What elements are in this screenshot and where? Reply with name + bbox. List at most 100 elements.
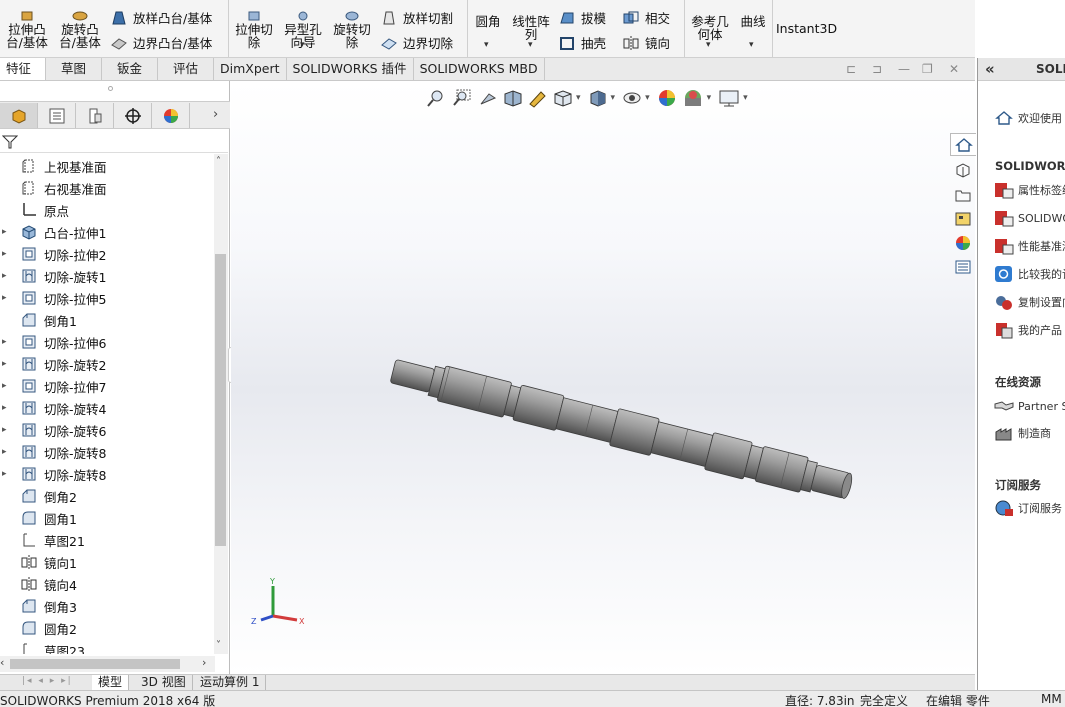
tab-sheet-metal[interactable]: 钣金 xyxy=(102,58,158,80)
linear-pattern-dropdown[interactable]: ▾ xyxy=(528,40,533,50)
tab-features[interactable]: 特征 xyxy=(0,58,46,80)
expand-arrow-icon[interactable]: ▸ xyxy=(2,403,14,413)
tree-item[interactable]: 右视基准面 xyxy=(0,177,215,199)
tab-sketch[interactable]: 草图 xyxy=(46,58,102,80)
hole-wizard-dropdown[interactable]: ▾ xyxy=(300,40,305,50)
tree-item[interactable]: ▸ 切除-旋转1 xyxy=(0,265,215,287)
online-link-manufacturers[interactable]: 制造商 xyxy=(994,422,1051,444)
tree-item[interactable]: 倒角3 xyxy=(0,595,215,617)
task-pane-appearances-tab[interactable] xyxy=(950,231,976,254)
tool-link-solidworks-rx[interactable]: SOLIDWO xyxy=(994,207,1065,229)
expand-arrow-icon[interactable]: ▸ xyxy=(2,227,14,237)
task-pane-view-palette-tab[interactable] xyxy=(950,207,976,230)
tab-evaluate[interactable]: 评估 xyxy=(158,58,214,80)
tree-horizontal-scroll-thumb[interactable] xyxy=(10,659,180,669)
tree-item[interactable]: ▸ 切除-拉伸2 xyxy=(0,243,215,265)
loft-boss-button[interactable]: 放样凸台/基体 xyxy=(110,8,212,27)
tree-item[interactable]: ▸ 切除-旋转8 xyxy=(0,441,215,463)
welcome-link[interactable]: 欢迎使用 xyxy=(994,107,1062,129)
mirror-button[interactable]: 镜向 xyxy=(622,33,670,52)
pane-forward-icon[interactable]: ⊐ xyxy=(872,62,882,76)
curves-button[interactable]: 曲线 xyxy=(737,2,769,41)
close-icon[interactable]: ✕ xyxy=(949,62,959,76)
tree-item[interactable]: 圆角1 xyxy=(0,507,215,529)
tree-item[interactable]: 原点 xyxy=(0,199,215,221)
tree-item[interactable]: 草图21 xyxy=(0,529,215,551)
tree-item[interactable]: 倒角2 xyxy=(0,485,215,507)
task-pane-home-tab[interactable] xyxy=(950,133,976,156)
tool-link-property-tab-builder[interactable]: 属性标签编 xyxy=(994,179,1065,201)
draft-button[interactable]: 拔模 xyxy=(558,8,606,27)
tree-item[interactable]: ▸ 切除-旋转8 xyxy=(0,463,215,485)
tool-link-performance-benchmark[interactable]: 性能基准测 xyxy=(994,235,1065,257)
revolve-boss-button[interactable]: 旋转凸 台/基体 xyxy=(56,0,104,57)
tree-item[interactable]: 上视基准面 xyxy=(0,155,215,177)
task-pane-custom-properties-tab[interactable] xyxy=(950,255,976,278)
filter-icon[interactable] xyxy=(2,134,18,150)
loft-cut-button[interactable]: 放样切割 xyxy=(380,8,453,27)
boundary-cut-button[interactable]: 边界切除 xyxy=(380,33,453,52)
task-pane-design-library-tab[interactable] xyxy=(950,158,976,181)
scroll-right-arrow-icon[interactable]: › xyxy=(202,656,206,669)
display-manager-tab[interactable] xyxy=(152,103,190,128)
curves-dropdown[interactable]: ▾ xyxy=(749,40,754,50)
tree-vertical-scrollbar[interactable]: ˄ ˅ xyxy=(214,154,228,654)
subscription-link[interactable]: 订阅服务 xyxy=(994,497,1062,519)
intersect-button[interactable]: 相交 xyxy=(622,8,670,27)
expand-arrow-icon[interactable]: ▸ xyxy=(2,381,14,391)
expand-arrow-icon[interactable]: ▸ xyxy=(2,425,14,435)
tab-model[interactable]: 模型 xyxy=(92,675,130,690)
instant3d-button[interactable]: Instant3D xyxy=(776,9,837,48)
tree-vertical-scroll-thumb[interactable] xyxy=(215,254,226,546)
dimxpert-manager-tab[interactable] xyxy=(114,103,152,128)
expand-arrow-icon[interactable]: ▸ xyxy=(2,249,14,259)
tree-item[interactable]: 镜向1 xyxy=(0,551,215,573)
fillet-button[interactable]: 圆角 xyxy=(471,2,505,41)
tree-item[interactable]: ▸ 切除-拉伸5 xyxy=(0,287,215,309)
panel-grip-icon[interactable] xyxy=(108,86,113,91)
minimize-icon[interactable]: — xyxy=(898,62,910,76)
tree-item[interactable]: 草图23 xyxy=(0,639,215,654)
scroll-left-arrow-icon[interactable]: ‹ xyxy=(0,656,4,669)
tab-nav-arrows[interactable]: |◂ ◂ ▸ ▸| xyxy=(22,676,73,686)
task-pane-file-explorer-tab[interactable] xyxy=(950,183,976,206)
fillet-dropdown[interactable]: ▾ xyxy=(484,40,489,50)
tree-item[interactable]: ▸ 切除-旋转6 xyxy=(0,419,215,441)
tool-link-compare-scores[interactable]: 比较我的计 xyxy=(994,263,1065,285)
extrude-boss-button[interactable]: 拉伸凸 台/基体 xyxy=(4,0,50,57)
expand-arrow-icon[interactable]: ▸ xyxy=(2,447,14,457)
tree-item[interactable]: 倒角1 xyxy=(0,309,215,331)
graphics-area[interactable]: ▾ ▾ ▾ ▾ ▾ Y X Z xyxy=(231,81,975,674)
expand-arrow-icon[interactable]: ▸ xyxy=(2,293,14,303)
feature-manager-tab[interactable] xyxy=(0,103,38,128)
more-tabs-arrow-icon[interactable]: › xyxy=(213,107,218,122)
tab-dimxpert[interactable]: DimXpert xyxy=(214,58,287,80)
expand-arrow-icon[interactable]: ▸ xyxy=(2,337,14,347)
tool-link-copy-settings-wizard[interactable]: 复制设置向 xyxy=(994,291,1065,313)
restore-icon[interactable]: ❐ xyxy=(922,62,933,76)
pane-back-icon[interactable]: ⊏ xyxy=(846,62,856,76)
expand-arrow-icon[interactable]: ▸ xyxy=(2,469,14,479)
expand-arrow-icon[interactable]: ▸ xyxy=(2,359,14,369)
tree-item[interactable]: 圆角2 xyxy=(0,617,215,639)
tab-solidworks-addins[interactable]: SOLIDWORKS 插件 xyxy=(287,58,414,80)
revolve-cut-button[interactable]: 旋转切 除 xyxy=(330,0,374,57)
tree-item[interactable]: ▸ 切除-拉伸6 xyxy=(0,331,215,353)
property-manager-tab[interactable] xyxy=(38,103,76,128)
tab-motion-study[interactable]: 运动算例 1 xyxy=(194,675,267,690)
boundary-boss-button[interactable]: 边界凸台/基体 xyxy=(110,33,212,52)
scroll-down-arrow-icon[interactable]: ˅ xyxy=(216,640,221,651)
shaft-part-model[interactable] xyxy=(231,81,975,674)
scroll-up-arrow-icon[interactable]: ˄ xyxy=(216,156,221,167)
extrude-cut-button[interactable]: 拉伸切 除 xyxy=(232,0,276,57)
tree-item[interactable]: ▸ 凸台-拉伸1 xyxy=(0,221,215,243)
tree-item[interactable]: ▸ 切除-旋转4 xyxy=(0,397,215,419)
tree-item[interactable]: 镜向4 xyxy=(0,573,215,595)
collapse-pane-icon[interactable]: « xyxy=(985,60,995,78)
tree-horizontal-scrollbar[interactable]: ‹ › xyxy=(0,656,215,672)
tree-item[interactable]: ▸ 切除-旋转2 xyxy=(0,353,215,375)
tab-solidworks-mbd[interactable]: SOLIDWORKS MBD xyxy=(414,58,545,80)
configuration-manager-tab[interactable] xyxy=(76,103,114,128)
expand-arrow-icon[interactable]: ▸ xyxy=(2,271,14,281)
status-units[interactable]: MM xyxy=(1041,692,1062,706)
